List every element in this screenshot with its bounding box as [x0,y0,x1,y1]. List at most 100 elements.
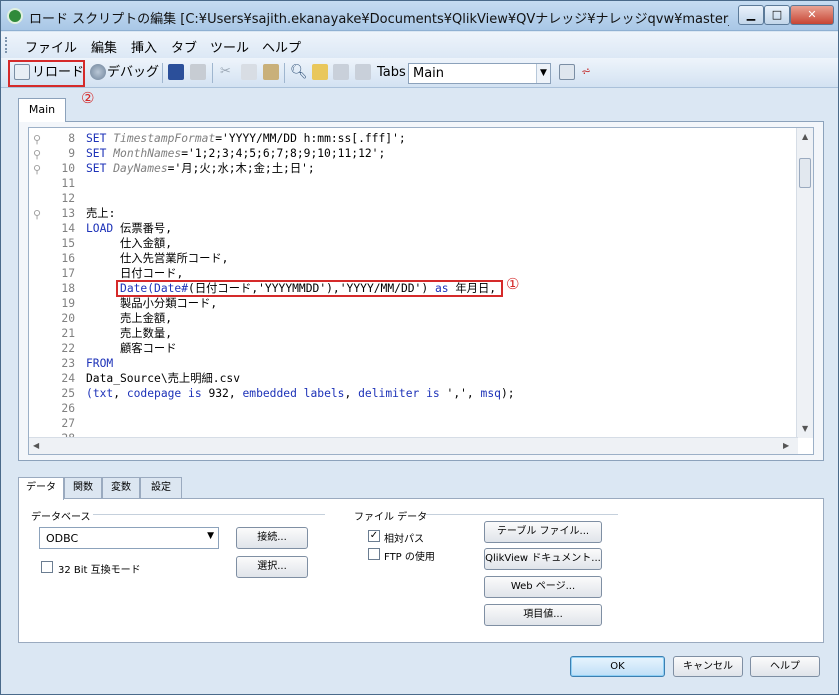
field-value-button[interactable]: 項目値... [484,604,602,626]
line-number: 27 [61,417,75,430]
database-select[interactable]: ODBC ▼ [39,527,219,549]
connect-button[interactable]: 接続... [236,527,308,549]
line-number: 21 [61,327,75,340]
line-code: 顧客コード [86,341,177,356]
menu-help[interactable]: ヘルプ [262,37,301,56]
save-icon[interactable] [168,64,184,80]
code-token: FROM [86,357,114,370]
syntax-check-icon[interactable]: ⩫ [581,64,597,80]
code-token: embedded labels [242,387,345,400]
script-line[interactable]: 11 [29,176,795,191]
code-token: SET [86,147,114,160]
maximize-button[interactable]: □ [764,5,790,25]
script-line[interactable]: ⚲ 8 SET TimestampFormat='YYYY/MM/DD h:mm:s… [29,131,795,146]
script-line[interactable]: ⚲ 10 SET DayNames='月;火;水;木;金;土;日'; [29,161,795,176]
line-number: 19 [61,297,75,310]
paste-icon[interactable] [263,64,279,80]
code-token: DayNames [113,162,168,175]
script-line[interactable]: 19 製品小分類コード, [29,296,795,311]
chevron-down-icon: ▼ [207,531,214,541]
folder-icon[interactable] [312,64,328,80]
tab-data[interactable]: データ [18,477,64,500]
code-token: 仕入金額, [86,237,172,250]
tab-settings[interactable]: 設定 [140,477,182,499]
line-number: 25 [61,387,75,400]
title-bar[interactable]: ロード スクリプトの編集 [C:¥Users¥sajith.ekanayake¥… [1,1,838,31]
compat-mode-checkbox[interactable] [41,561,53,573]
ftp-checkbox[interactable] [368,548,380,560]
script-line[interactable]: 27 [29,416,795,431]
script-line[interactable]: 22 顧客コード [29,341,795,356]
line-number: 20 [61,312,75,325]
script-line[interactable]: 21 売上数量, [29,326,795,341]
qlikview-app-icon [7,8,23,24]
script-line[interactable]: 15 仕入金額, [29,236,795,251]
editor-horizontal-scrollbar[interactable]: ◀ ▶ [29,437,798,454]
script-line[interactable]: 20 売上金額, [29,311,795,326]
line-code: SET MonthNames='1;2;3;4;5;6;7;8;9;10;11;… [86,146,385,161]
script-line[interactable]: 16 仕入先営業所コード, [29,251,795,266]
ftp-label: FTP の使用 [384,552,435,563]
code-token: msq [480,387,501,400]
tab-variables[interactable]: 変数 [102,477,140,499]
bookmark-pin-icon[interactable]: ⚲ [33,207,47,221]
code-token: , [113,387,127,400]
qlikview-document-button[interactable]: QlikView ドキュメント... [484,548,602,570]
line-number: 15 [61,237,75,250]
tree-icon[interactable] [559,64,575,80]
line-code: 製品小分類コード, [86,296,217,311]
table-file-button[interactable]: テーブル ファイル... [484,521,602,543]
tab-main[interactable]: Main [18,98,66,122]
copy-icon[interactable] [241,64,257,80]
line-number: 12 [61,192,75,205]
cancel-button[interactable]: キャンセル [673,656,743,677]
script-line[interactable]: 24 Data_Source\売上明細.csv [29,371,795,386]
print-icon[interactable] [190,64,206,80]
web-page-button[interactable]: Web ページ... [484,576,602,598]
ok-button[interactable]: OK [570,656,665,677]
menu-tools[interactable]: ツール [210,37,249,56]
bookmark-pin-icon[interactable]: ⚲ [33,162,47,176]
script-line[interactable]: 17 日付コード, [29,266,795,281]
indent-icon[interactable] [333,64,349,80]
script-line[interactable]: ⚲ 13 売上: [29,206,795,221]
code-token: TimestampFormat [113,132,216,145]
tab-functions[interactable]: 関数 [64,477,102,499]
select-button[interactable]: 選択... [236,556,308,578]
script-line[interactable]: ⚲ 9 SET MonthNames='1;2;3;4;5;6;7;8;9;10;1… [29,146,795,161]
code-token: 仕入先営業所コード, [86,252,229,265]
outdent-icon[interactable] [355,64,371,80]
script-line[interactable]: 23 FROM [29,356,795,371]
menu-grip-icon [5,37,8,53]
line-code: SET TimestampFormat='YYYY/MM/DD h:mm:ss[… [86,131,406,146]
relative-path-checkbox[interactable]: ✓ [368,530,380,542]
editor-vertical-scrollbar[interactable]: ▲ ▼ [796,128,813,438]
code-token: delimiter is [358,387,447,400]
menu-file[interactable]: ファイル [25,37,77,56]
code-token: 製品小分類コード, [86,297,218,310]
bookmark-pin-icon[interactable]: ⚲ [33,132,47,146]
line-code: 売上金額, [86,311,172,326]
menu-tab[interactable]: タブ [171,37,197,56]
script-line[interactable]: 12 [29,191,795,206]
bookmark-pin-icon[interactable]: ⚲ [33,147,47,161]
script-line[interactable]: 25 (txt, codepage is 932, embedded labels… [29,386,795,401]
database-select-value: ODBC [46,532,79,545]
search-icon[interactable]: 🔍︎ [290,64,308,80]
minimize-button[interactable]: ▁ [738,5,764,25]
code-token: 日付コード, [86,267,184,280]
debug-button[interactable]: デバッグ [107,62,159,84]
script-line[interactable]: 26 [29,401,795,416]
close-button[interactable]: ✕ [790,5,834,25]
tabs-select[interactable]: Main ▼ [408,63,551,84]
help-button[interactable]: ヘルプ [750,656,820,677]
menu-edit[interactable]: 編集 [91,37,117,56]
line-number: 17 [61,267,75,280]
load-script-editor-window: ロード スクリプトの編集 [C:¥Users¥sajith.ekanayake¥… [0,0,839,695]
menu-insert[interactable]: 挿入 [131,37,157,56]
scrollbar-thumb[interactable] [799,158,811,188]
cut-icon[interactable]: ✂ [220,64,236,80]
code-token: LOAD [86,222,121,235]
script-line[interactable]: 14 LOAD 伝票番号, [29,221,795,236]
code-token: 伝票番号, [120,222,173,235]
